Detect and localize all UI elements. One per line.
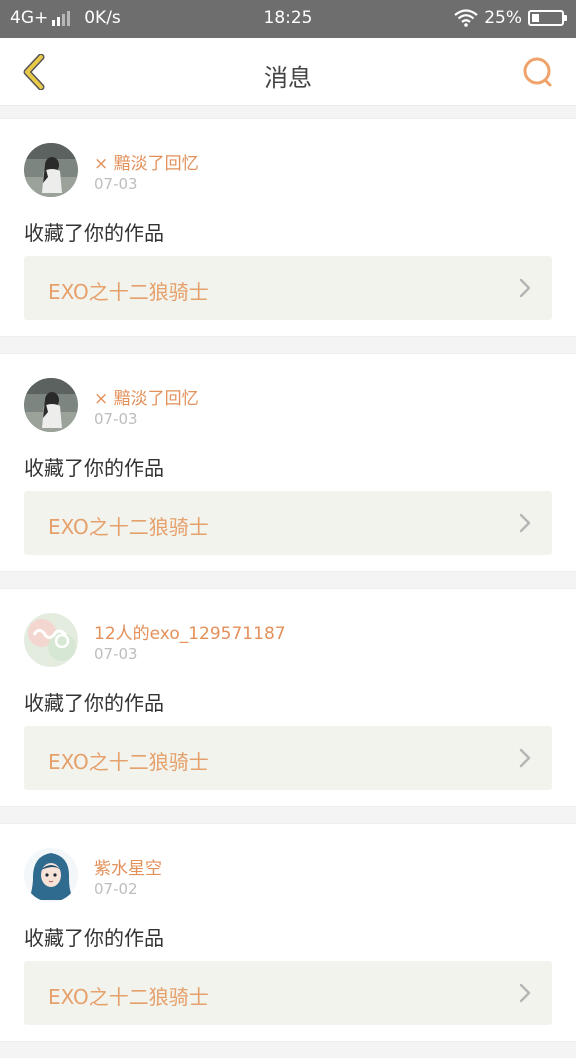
avatar-girl-image <box>24 378 78 432</box>
avatar[interactable] <box>24 378 78 432</box>
username[interactable]: 12人的exo_129571187 <box>94 619 286 644</box>
chevron-right-icon <box>519 983 531 1003</box>
network-type: 4G+ <box>10 8 49 28</box>
status-left: 4G+ 0K/s <box>10 8 121 28</box>
message-card: × 黯淡了回忆 07-03 收藏了你的作品 EXO之十二狼骑士 <box>0 118 576 337</box>
username[interactable]: × 黯淡了回忆 <box>94 384 199 409</box>
network-speed: 0K/s <box>84 8 121 28</box>
battery-icon <box>528 10 567 26</box>
avatar-blue-hair-image <box>24 848 78 902</box>
work-link[interactable]: EXO之十二狼骑士 <box>24 491 552 555</box>
page-title: 消息 <box>264 64 312 92</box>
action-text: 收藏了你的作品 <box>24 456 164 480</box>
action-text: 收藏了你的作品 <box>24 926 164 950</box>
work-title: EXO之十二狼骑士 <box>48 985 209 1009</box>
message-date: 07-03 <box>94 410 138 428</box>
message-date: 07-02 <box>94 880 138 898</box>
avatar[interactable] <box>24 848 78 902</box>
avatar[interactable] <box>24 143 78 197</box>
work-link[interactable]: EXO之十二狼骑士 <box>24 726 552 790</box>
work-link[interactable]: EXO之十二狼骑士 <box>24 256 552 320</box>
action-text: 收藏了你的作品 <box>24 221 164 245</box>
username[interactable]: × 黯淡了回忆 <box>94 149 199 174</box>
search-icon <box>523 57 552 87</box>
signal-icon <box>52 10 71 26</box>
chevron-right-icon <box>519 278 531 298</box>
action-text: 收藏了你的作品 <box>24 691 164 715</box>
status-right: 25% <box>454 8 567 28</box>
status-bar: 4G+ 0K/s 18:25 25% <box>0 0 576 38</box>
message-card: 12人的exo_129571187 07-03 收藏了你的作品 EXO之十二狼骑… <box>0 588 576 807</box>
chevron-left-icon <box>23 54 45 90</box>
avatar-girl-image <box>24 143 78 197</box>
work-title: EXO之十二狼骑士 <box>48 280 209 304</box>
header: 消息 <box>0 38 576 106</box>
username[interactable]: 紫水星空 <box>94 854 162 879</box>
work-title: EXO之十二狼骑士 <box>48 515 209 539</box>
message-card: 紫水星空 07-02 收藏了你的作品 EXO之十二狼骑士 <box>0 823 576 1042</box>
chevron-right-icon <box>519 513 531 533</box>
work-title: EXO之十二狼骑士 <box>48 750 209 774</box>
battery-percent: 25% <box>484 8 522 28</box>
message-date: 07-03 <box>94 175 138 193</box>
work-link[interactable]: EXO之十二狼骑士 <box>24 961 552 1025</box>
battery-fill <box>532 14 539 22</box>
wifi-icon <box>454 9 478 27</box>
avatar[interactable] <box>24 613 78 667</box>
message-list: × 黯淡了回忆 07-03 收藏了你的作品 EXO之十二狼骑士 × 黯淡了回忆 … <box>0 118 576 1058</box>
search-button[interactable] <box>518 52 558 92</box>
avatar-exo-logo-image <box>24 613 78 667</box>
chevron-right-icon <box>519 748 531 768</box>
message-date: 07-03 <box>94 645 138 663</box>
message-card: × 黯淡了回忆 07-03 收藏了你的作品 EXO之十二狼骑士 <box>0 353 576 572</box>
back-button[interactable] <box>14 52 54 92</box>
